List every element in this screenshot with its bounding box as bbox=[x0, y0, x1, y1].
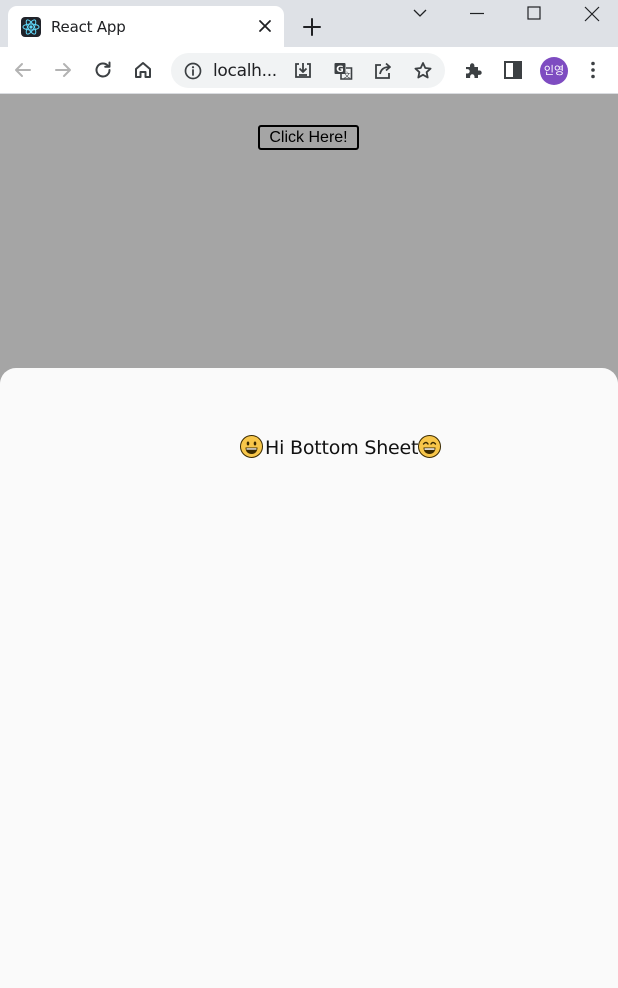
bottom-sheet[interactable]: Hi Bottom Sheet! bbox=[0, 368, 618, 988]
grinning-face-icon bbox=[240, 435, 263, 458]
page-viewport: Click Here! Hi Bottom Sheet! bbox=[0, 94, 618, 988]
address-url[interactable]: localh... bbox=[213, 61, 277, 81]
click-here-button[interactable]: Click Here! bbox=[258, 125, 359, 150]
menu-icon[interactable] bbox=[581, 58, 605, 82]
tab-title: React App bbox=[51, 18, 126, 36]
info-icon[interactable] bbox=[181, 59, 205, 83]
install-icon[interactable] bbox=[291, 59, 315, 83]
chevron-down-icon[interactable] bbox=[405, 2, 435, 26]
browser-toolbar: localh... G 文 인영 bbox=[0, 47, 618, 94]
sheet-message: Hi Bottom Sheet! bbox=[0, 435, 618, 461]
new-tab-button[interactable] bbox=[300, 15, 324, 39]
address-bar[interactable]: localh... G 文 bbox=[171, 53, 445, 88]
side-panel-icon[interactable] bbox=[501, 58, 525, 82]
react-logo-icon bbox=[21, 17, 41, 37]
sheet-message-text: Hi Bottom Sheet! bbox=[265, 437, 426, 459]
minimize-icon[interactable] bbox=[462, 2, 492, 26]
extensions-icon[interactable] bbox=[461, 58, 485, 82]
back-icon[interactable] bbox=[11, 58, 35, 82]
tab-active[interactable]: React App bbox=[8, 6, 284, 47]
translate-icon[interactable]: G 文 bbox=[331, 59, 355, 83]
close-icon[interactable] bbox=[577, 2, 607, 26]
forward-icon[interactable] bbox=[51, 58, 75, 82]
profile-avatar[interactable]: 인영 bbox=[540, 57, 568, 85]
share-icon[interactable] bbox=[371, 59, 395, 83]
maximize-icon[interactable] bbox=[519, 2, 549, 26]
svg-text:文: 文 bbox=[344, 71, 351, 80]
smiling-face-icon bbox=[418, 435, 441, 458]
bookmark-star-icon[interactable] bbox=[411, 59, 435, 83]
tab-close-icon[interactable] bbox=[255, 16, 275, 36]
reload-icon[interactable] bbox=[91, 58, 115, 82]
tab-strip: React App bbox=[0, 0, 618, 47]
home-icon[interactable] bbox=[131, 58, 155, 82]
